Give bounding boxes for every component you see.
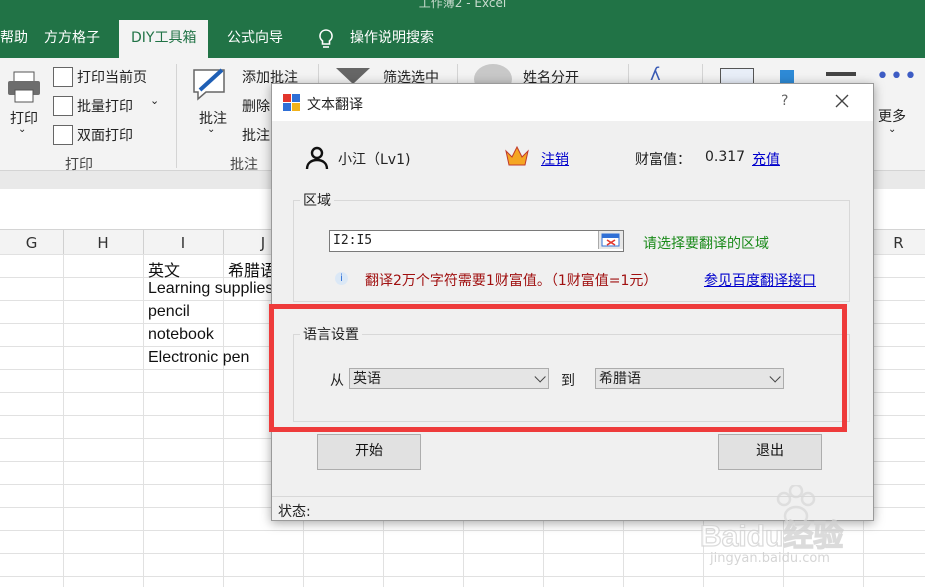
baidu-api-link[interactable]: 参见百度翻译接口: [704, 270, 816, 290]
close-icon[interactable]: [834, 93, 850, 113]
user-name: 小江（Lv1): [338, 152, 411, 168]
printer-icon: [6, 70, 42, 108]
watermark-brand: Baidu经验: [699, 519, 844, 553]
print-current-button[interactable]: 打印当前页: [77, 67, 147, 87]
chevron-down-icon: ⌄: [150, 94, 160, 107]
comment-pen-icon: [190, 66, 232, 106]
baidu-watermark: Baidu经验 jingyan.baidu.com: [699, 485, 900, 575]
logout-link[interactable]: 注销: [541, 149, 569, 169]
crown-icon: [505, 145, 529, 171]
wealth-label: 财富值：: [635, 152, 691, 168]
column-header-g[interactable]: G: [0, 230, 64, 254]
info-text: 翻译2万个字符需要1财富值。（1财富值=1元）: [365, 273, 658, 289]
group-divider: [176, 64, 177, 168]
chevron-down-icon: ⌄: [888, 124, 897, 135]
duplex-print-button[interactable]: 双面打印: [77, 125, 133, 145]
column-header-h[interactable]: H: [63, 230, 144, 254]
exit-button[interactable]: 退出: [718, 434, 822, 470]
wealth-value: 0.317: [705, 149, 746, 165]
start-button[interactable]: 开始: [317, 434, 421, 470]
user-icon: [305, 146, 329, 174]
batch-print-button[interactable]: 批量打印: [77, 96, 133, 116]
window-title: 工作簿2 - Excel: [418, 0, 507, 10]
range-hint: 请选择要翻译的区域: [643, 236, 769, 252]
filter-icon: [336, 68, 370, 84]
cell-i1[interactable]: 英文: [148, 257, 180, 281]
region-legend: 区域: [300, 190, 334, 210]
help-button[interactable]: ?: [781, 93, 788, 109]
excel-title-bar: 工作簿2 - Excel: [0, 0, 925, 20]
comment-small-button[interactable]: 批注: [242, 125, 270, 145]
cell-i5[interactable]: Electronic pen: [148, 349, 249, 367]
ribbon-tab-bar: 帮助 方方格子 DIY工具箱 公式向导 操作说明搜索: [0, 20, 925, 58]
more-dots-icon: •••: [876, 64, 918, 89]
duplex-print-icon: [53, 125, 73, 145]
cell-i2[interactable]: Learning supplies: [148, 280, 273, 298]
info-icon: i: [335, 272, 348, 285]
delete-comment-button[interactable]: 删除: [242, 96, 270, 116]
recharge-link[interactable]: 充值: [752, 149, 780, 169]
cell-i4[interactable]: notebook: [148, 326, 214, 344]
tab-fangfang[interactable]: 方方格子: [44, 20, 100, 58]
chevron-down-icon: ⌄: [18, 124, 27, 135]
more-button[interactable]: 更多: [878, 106, 906, 126]
range-picker-icon[interactable]: [598, 231, 623, 249]
status-label: 状态:: [278, 504, 311, 520]
column-header-i[interactable]: I: [143, 230, 224, 254]
lightbulb-icon: [316, 28, 336, 54]
watermark-url: jingyan.baidu.com: [710, 551, 830, 566]
dialog-title: 文本翻译: [307, 97, 363, 113]
translate-icon: ʎ: [650, 64, 661, 85]
highlight-box: [269, 304, 847, 432]
cell-i3[interactable]: pencil: [148, 303, 190, 321]
range-input[interactable]: I2:I5: [329, 230, 624, 252]
cell-j1[interactable]: 希腊语: [228, 257, 276, 281]
text-translate-dialog: 文本翻译 ? 小江（Lv1) 注销 财富值： 0.317 充值 区域 I2:I5…: [271, 83, 874, 521]
column-header-r[interactable]: R: [872, 230, 925, 254]
chevron-down-icon: ⌄: [207, 124, 216, 135]
tab-diy-toolbox[interactable]: DIY工具箱: [119, 20, 209, 58]
tab-formula-wizard[interactable]: 公式向导: [227, 20, 283, 58]
dialog-title-bar: 文本翻译 ?: [272, 84, 873, 121]
print-current-icon: [53, 67, 73, 87]
app-icon: [283, 94, 301, 115]
batch-print-icon: [53, 96, 73, 116]
tab-search[interactable]: 操作说明搜索: [350, 20, 434, 58]
tab-help[interactable]: 帮助: [0, 20, 28, 58]
